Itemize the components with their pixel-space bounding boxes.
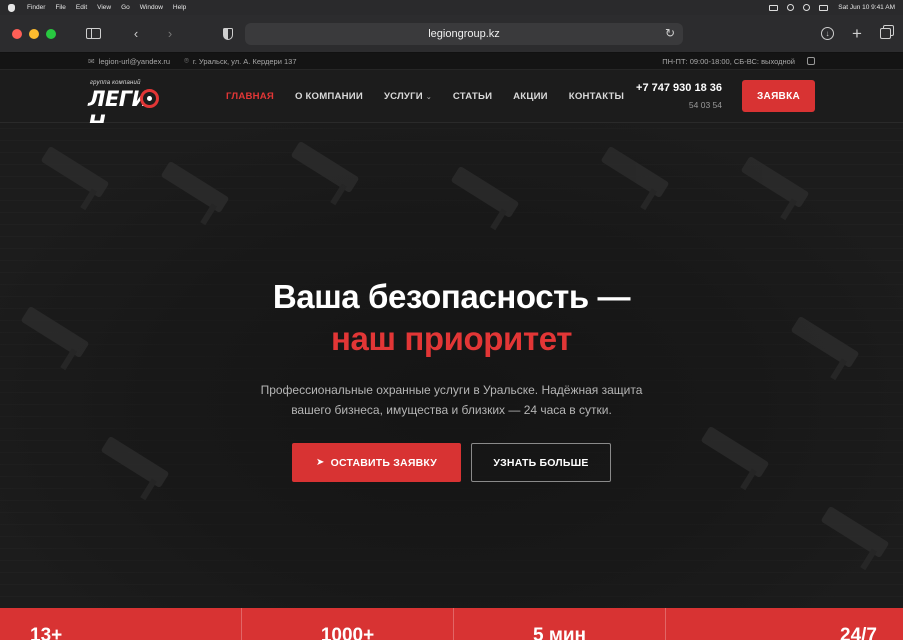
nav-item-home[interactable]: ГЛАВНАЯ [226, 91, 274, 102]
toolbar-actions: ↓ + [821, 24, 891, 44]
phone-alt[interactable]: 54 03 54 [636, 100, 722, 110]
nav-item-articles[interactable]: СТАТЬИ [453, 91, 492, 102]
camera-decor [40, 145, 110, 199]
minimize-window-button[interactable] [29, 28, 39, 39]
chevron-down-icon: ⌄ [425, 93, 432, 101]
hero-section: Ваша безопасность — наш приоритет Профес… [0, 123, 903, 608]
privacy-shield-icon[interactable] [223, 27, 233, 40]
address-text: г. Уральск, ул. А. Кердери 137 [192, 56, 297, 66]
menu-edit[interactable]: Edit [76, 4, 87, 11]
learn-more-button[interactable]: УЗНАТЬ БОЛЬШЕ [471, 443, 611, 482]
phone-block: +7 747 930 18 36 54 03 54 [636, 82, 722, 110]
logo-subtitle: группа компаний [90, 80, 141, 86]
site-header: группа компаний ЛЕГИН ГЛАВНАЯ О КОМПАНИИ… [0, 70, 903, 135]
menu-app-name[interactable]: Finder [27, 4, 45, 11]
hero-title: Ваша безопасность — [272, 278, 631, 315]
url-text: legiongroup.kz [428, 27, 500, 40]
camera-decor [450, 165, 520, 219]
working-hours: ПН-ПТ: 09:00-18:00, СБ-ВС: выходной [662, 56, 795, 66]
camera-decor [290, 140, 360, 194]
menu-file[interactable]: File [55, 4, 65, 11]
battery-icon[interactable] [769, 4, 779, 11]
search-icon[interactable] [803, 4, 811, 11]
hero-content: Ваша безопасность — наш приоритет Профес… [0, 276, 903, 482]
new-tab-icon[interactable]: + [846, 24, 868, 44]
downloads-icon[interactable]: ↓ [821, 27, 834, 40]
email-text: legion-url@yandex.ru [98, 56, 171, 66]
menu-clock[interactable]: Sat Jun 10 9:41 AM [838, 4, 895, 11]
menu-help[interactable]: Help [173, 4, 186, 11]
eye-logo-icon [140, 89, 159, 108]
stat-response-time: 5 мин [454, 608, 666, 640]
address-bar[interactable]: legiongroup.kz ↻ [245, 22, 683, 45]
nav-item-services[interactable]: УСЛУГИ ⌄ [384, 91, 432, 102]
nav-item-contacts[interactable]: КОНТАКТЫ [569, 91, 624, 102]
camera-decor [160, 160, 230, 214]
browser-toolbar: ‹ › legiongroup.kz ↻ ↓ + [0, 15, 903, 53]
back-arrow-icon[interactable]: ‹ [125, 26, 147, 41]
hero-buttons: ➤ ОСТАВИТЬ ЗАЯВКУ УЗНАТЬ БОЛЬШЕ [0, 443, 903, 482]
leave-request-label: ОСТАВИТЬ ЗАЯВКУ [330, 456, 437, 469]
hero-subtitle: Профессиональные охранные услуги в Ураль… [260, 383, 643, 417]
camera-decor [820, 505, 890, 559]
site-logo[interactable]: группа компаний ЛЕГИН [88, 80, 184, 135]
menu-go[interactable]: Go [121, 4, 130, 11]
sidebar-toggle-icon[interactable] [86, 28, 101, 39]
send-icon: ➤ [316, 457, 325, 468]
email-contact[interactable]: ✉ legion-url@yandex.ru [88, 57, 170, 66]
tab-overview-icon[interactable] [880, 28, 891, 39]
phone-main[interactable]: +7 747 930 18 36 [636, 82, 722, 94]
hero-accent-title: наш приоритет [331, 320, 572, 357]
camera-decor [740, 155, 810, 209]
close-window-button[interactable] [12, 28, 22, 39]
history-nav: ‹ › [125, 26, 181, 41]
nav-item-about[interactable]: О КОМПАНИИ [295, 91, 363, 102]
stat-availability: 24/7 [840, 625, 877, 640]
address-contact: ⌾ г. Уральск, ул. А. Кердери 137 [184, 56, 296, 66]
apple-icon[interactable] [8, 3, 15, 12]
menu-window[interactable]: Window [140, 4, 163, 11]
stats-strip: 13+ 1000+ 5 мин 24/7 [0, 608, 903, 640]
site-info-bar: ✉ legion-url@yandex.ru ⌾ г. Уральск, ул.… [0, 53, 903, 70]
forward-arrow-icon[interactable]: › [159, 26, 181, 41]
control-center-icon[interactable] [819, 4, 829, 11]
zoom-window-button[interactable] [46, 28, 56, 39]
macos-menu-bar: Finder File Edit View Go Window Help Sat… [0, 0, 903, 15]
stat-years: 13+ [0, 608, 242, 640]
window-controls [12, 28, 56, 39]
wifi-icon[interactable] [787, 4, 795, 11]
leave-request-button[interactable]: ➤ ОСТАВИТЬ ЗАЯВКУ [292, 443, 461, 482]
instagram-icon[interactable] [807, 57, 815, 65]
nav-item-promotions[interactable]: АКЦИИ [513, 91, 548, 102]
reload-icon[interactable]: ↻ [665, 26, 675, 40]
stat-clients: 1000+ [242, 608, 454, 640]
menu-view[interactable]: View [97, 4, 111, 11]
camera-decor [600, 145, 670, 199]
main-navigation: ГЛАВНАЯ О КОМПАНИИ УСЛУГИ ⌄ СТАТЬИ АКЦИИ … [226, 91, 624, 102]
mail-icon: ✉ [88, 56, 95, 66]
request-button[interactable]: ЗАЯВКА [742, 80, 815, 112]
location-pin-icon: ⌾ [184, 56, 189, 65]
